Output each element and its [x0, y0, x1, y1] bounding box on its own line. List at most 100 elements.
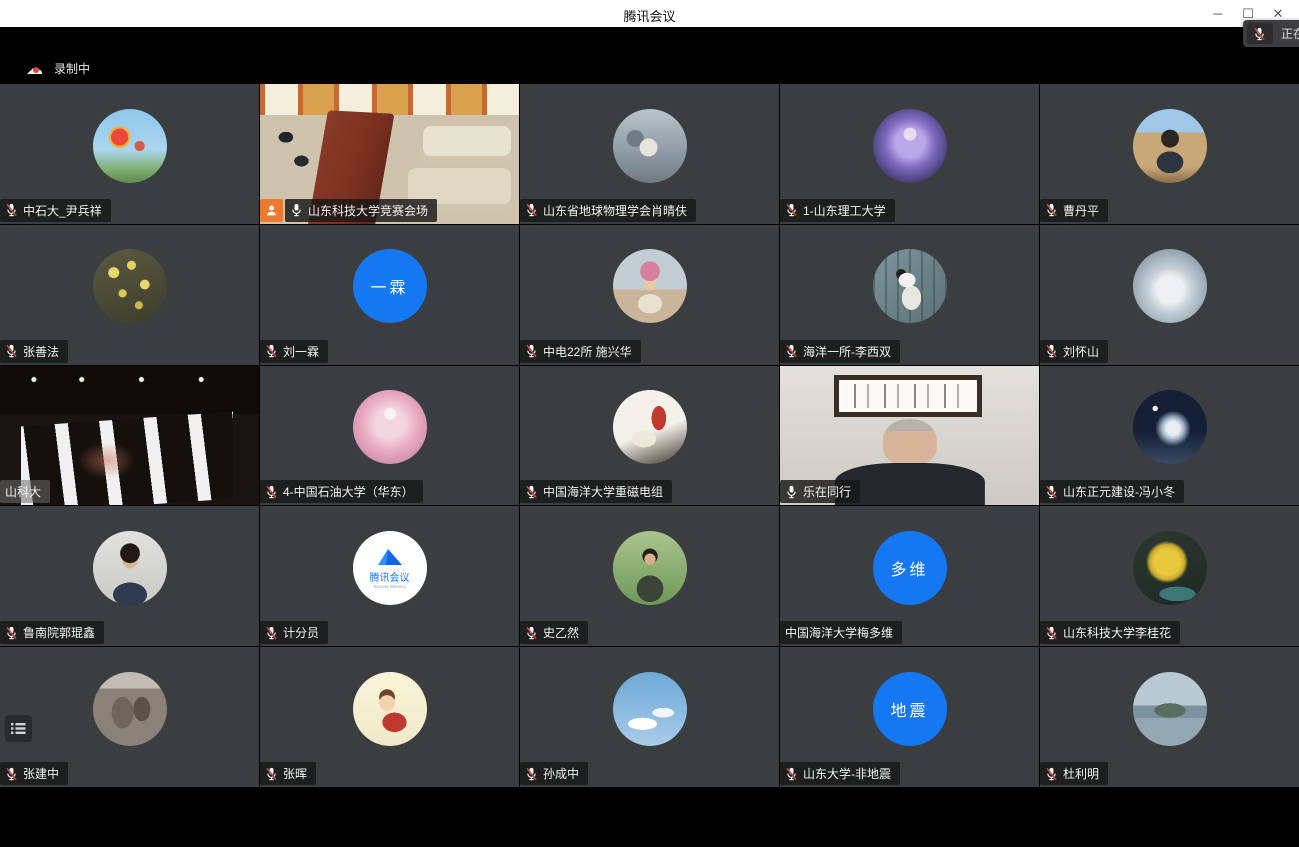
- name-label: 山东科技大学李桂花: [1040, 621, 1180, 644]
- avatar-man-portrait: [93, 531, 167, 605]
- participant-name: 山科大: [5, 483, 41, 500]
- participant-name: 曹丹平: [1063, 202, 1099, 219]
- participant-tile[interactable]: 多维中国海洋大学梅多维: [780, 506, 1039, 646]
- mic-muted-icon: [265, 485, 278, 499]
- participant-name: 张建中: [23, 765, 59, 782]
- participant-tile[interactable]: 1-山东理工大学: [780, 84, 1039, 224]
- name-label-bar: 中石大_尹兵祥: [0, 199, 111, 222]
- mic-muted-icon: [525, 485, 538, 499]
- mic-muted-icon: [265, 767, 278, 781]
- participant-tile[interactable]: 地震山东大学-非地震: [780, 647, 1039, 787]
- avatar-rocky-mountain: [93, 672, 167, 746]
- participant-name: 张善法: [23, 343, 59, 360]
- mic-muted-icon: [5, 344, 18, 358]
- avatar-cartoon-kid: [353, 672, 427, 746]
- participant-name: 孙成中: [543, 765, 579, 782]
- speaking-notification[interactable]: 正在讲: [1243, 20, 1299, 47]
- name-label-bar: 鲁南院郭琨鑫: [0, 621, 104, 644]
- avatar-street-scene: [613, 109, 687, 183]
- participant-name: 史乙然: [543, 624, 579, 641]
- mic-muted-icon: [5, 203, 18, 217]
- name-label: 中国海洋大学梅多维: [780, 621, 902, 644]
- avatar-initials: 地震: [873, 672, 947, 746]
- name-label: 张建中: [0, 762, 68, 785]
- mic-muted-icon: [1253, 27, 1266, 41]
- participant-tile[interactable]: 曹丹平: [1040, 84, 1299, 224]
- avatar-lake-landscape: [1133, 672, 1207, 746]
- participant-name: 杜利明: [1063, 765, 1099, 782]
- mic-muted-icon: [1045, 767, 1058, 781]
- participant-tile[interactable]: 张建中: [0, 647, 259, 787]
- participant-tile[interactable]: 中石大_尹兵祥: [0, 84, 259, 224]
- participant-tile[interactable]: 山东省地球物理学会肖晴伕: [520, 84, 779, 224]
- participant-tile[interactable]: 山东正元建设-冯小冬: [1040, 366, 1299, 506]
- name-label: 张晖: [260, 762, 316, 785]
- name-label-bar: 山东大学-非地震: [780, 762, 900, 785]
- mic-muted-icon: [1045, 203, 1058, 217]
- list-icon: [11, 722, 26, 735]
- name-label: 4-中国石油大学（华东）: [260, 480, 423, 503]
- mic-muted-icon: [1045, 485, 1058, 499]
- name-label-bar: 乐在同行: [780, 480, 860, 503]
- participant-tile[interactable]: 腾讯会议Tencent Meeting计分员: [260, 506, 519, 646]
- participant-name: 张晖: [283, 765, 307, 782]
- muted-mic-icon: [1247, 23, 1273, 44]
- participant-name: 海洋一所-李西双: [803, 343, 891, 360]
- name-label-bar: 山东省地球物理学会肖晴伕: [520, 199, 696, 222]
- participant-tile[interactable]: 鲁南院郭琨鑫: [0, 506, 259, 646]
- name-label: 鲁南院郭琨鑫: [0, 621, 104, 644]
- participant-list-button[interactable]: [5, 715, 32, 742]
- mic-muted-icon: [785, 767, 798, 781]
- avatar-sky-clouds: [613, 672, 687, 746]
- participant-tile[interactable]: 山东科技大学竞赛会场: [260, 84, 519, 224]
- participant-tile[interactable]: 海洋一所-李西双: [780, 225, 1039, 365]
- name-label: 杜利明: [1040, 762, 1108, 785]
- participant-tile[interactable]: 山科大: [0, 366, 259, 506]
- name-label: 计分员: [260, 621, 328, 644]
- participant-tile[interactable]: 一霖刘一霖: [260, 225, 519, 365]
- name-label-bar: 杜利明: [1040, 762, 1108, 785]
- participant-tile[interactable]: 山东科技大学李桂花: [1040, 506, 1299, 646]
- recording-label: 录制中: [54, 60, 90, 77]
- participant-name: 刘怀山: [1063, 343, 1099, 360]
- participant-tile[interactable]: 中国海洋大学重磁电组: [520, 366, 779, 506]
- participant-name: 刘一霖: [283, 343, 319, 360]
- participant-name: 山东科技大学李桂花: [1063, 624, 1171, 641]
- name-label-bar: 刘一霖: [260, 340, 328, 363]
- avatar-night-mountain: [1133, 390, 1207, 464]
- name-label: 山东科技大学竞赛会场: [285, 199, 437, 222]
- participant-tile[interactable]: 4-中国石油大学（华东）: [260, 366, 519, 506]
- participant-tile[interactable]: 杜利明: [1040, 647, 1299, 787]
- participant-tile[interactable]: 孙成中: [520, 647, 779, 787]
- name-label-bar: 张建中: [0, 762, 68, 785]
- name-label-bar: 中电22所 施兴华: [520, 340, 641, 363]
- recording-indicator[interactable]: ☁ 录制中: [26, 60, 90, 77]
- participant-name: 山东大学-非地震: [803, 765, 891, 782]
- participant-tile[interactable]: 张晖: [260, 647, 519, 787]
- name-label: 中国海洋大学重磁电组: [520, 480, 672, 503]
- avatar-rice-spoon: [613, 390, 687, 464]
- participant-tile[interactable]: 张善法: [0, 225, 259, 365]
- minimize-button[interactable]: ─: [1203, 0, 1233, 27]
- participant-tile[interactable]: 乐在同行: [780, 366, 1039, 506]
- participant-name: 1-山东理工大学: [803, 202, 886, 219]
- name-label-bar: 1-山东理工大学: [780, 199, 895, 222]
- name-label-bar: 孙成中: [520, 762, 588, 785]
- speaking-notification-text: 正在讲: [1281, 25, 1299, 42]
- name-label: 山东省地球物理学会肖晴伕: [520, 199, 696, 222]
- participant-tile[interactable]: 中电22所 施兴华: [520, 225, 779, 365]
- cloud-recording-icon: ☁: [26, 62, 46, 76]
- name-label: 刘怀山: [1040, 340, 1108, 363]
- participant-tile[interactable]: 刘怀山: [1040, 225, 1299, 365]
- name-label-bar: 张善法: [0, 340, 68, 363]
- name-label: 1-山东理工大学: [780, 199, 895, 222]
- name-label: 山科大: [0, 480, 50, 503]
- name-label: 乐在同行: [780, 480, 860, 503]
- mic-muted-icon: [525, 767, 538, 781]
- participant-tile[interactable]: 史乙然: [520, 506, 779, 646]
- participant-name: 中国海洋大学重磁电组: [543, 483, 663, 500]
- name-label-bar: 刘怀山: [1040, 340, 1108, 363]
- mic-muted-icon: [1045, 626, 1058, 640]
- name-label: 刘一霖: [260, 340, 328, 363]
- avatar-initials: 一霖: [353, 249, 427, 323]
